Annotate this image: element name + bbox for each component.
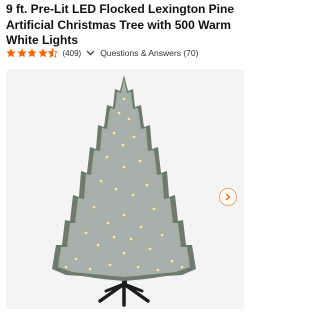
rating-row[interactable]: (409) Questions & Answers (70) [6, 47, 198, 59]
product-title: 9 ft. Pre-Lit LED Flocked Lexington Pine… [6, 2, 235, 47]
star-icon [37, 48, 48, 58]
tree-flocking [58, 79, 190, 277]
product-image-panel [6, 69, 244, 309]
chevron-right-icon [225, 193, 231, 201]
next-image-button[interactable] [219, 188, 237, 206]
chevron-down-icon[interactable] [86, 50, 95, 56]
questions-answers-link[interactable]: Questions & Answers (70) [100, 48, 198, 58]
star-icon [27, 48, 37, 58]
review-count[interactable]: (409) [63, 49, 82, 58]
star-icon [6, 48, 16, 58]
star-icon [16, 48, 27, 58]
star-rating[interactable] [6, 48, 59, 58]
star-half-icon [48, 48, 58, 58]
product-image[interactable] [6, 69, 244, 309]
